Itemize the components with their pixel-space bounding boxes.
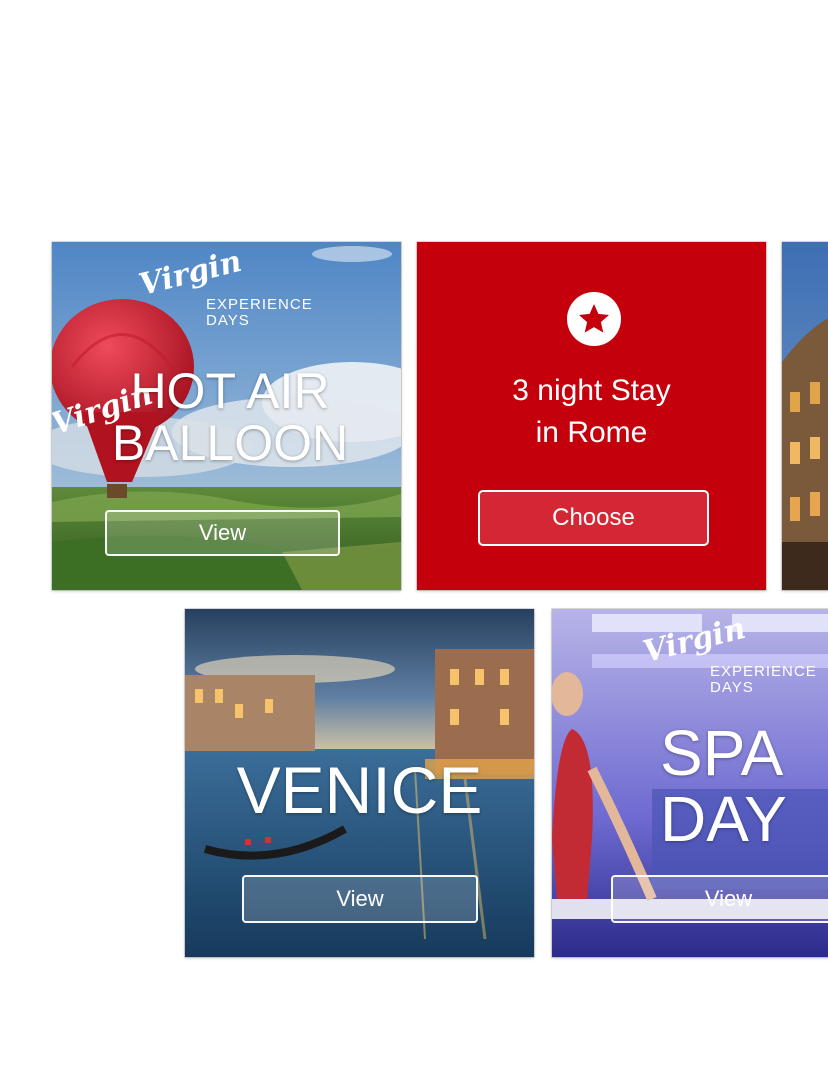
logo-line-experience: EXPERIENCE — [710, 663, 817, 680]
title-line-1: HOT AIR — [130, 363, 330, 419]
tile-title: HOT AIR BALLOON — [80, 366, 380, 468]
logo-line-days: DAYS — [710, 679, 754, 696]
tile-spa-day[interactable]: Virgin EXPERIENCE DAYS SPA DAY View — [552, 609, 828, 957]
tile-title: SPA DAY — [660, 721, 828, 851]
tile-rome-stay[interactable]: 3 night Stay in Rome Choose — [417, 242, 766, 590]
logo-line-experience: EXPERIENCE — [206, 296, 313, 313]
choose-button[interactable]: Choose — [478, 490, 709, 546]
view-button[interactable]: View — [611, 875, 828, 923]
view-button[interactable]: View — [242, 875, 478, 923]
tile-title: VENICE — [236, 753, 483, 827]
title-line-1: SPA — [660, 717, 784, 789]
tile-venice[interactable]: VENICE View — [185, 609, 534, 957]
title-line-2: BALLOON — [111, 415, 349, 471]
logo-line-days: DAYS — [206, 312, 250, 329]
offer-line-1: 3 night Stay — [512, 374, 671, 407]
tile-colosseum-partial[interactable] — [782, 242, 828, 590]
offer-line-2: in Rome — [535, 416, 648, 449]
star-icon — [567, 292, 621, 346]
tile-hot-air-balloon[interactable]: Virgin EXPERIENCE DAYS Virgin HOT AIR BA… — [52, 242, 401, 590]
offer-text: 3 night Stay in Rome — [417, 370, 766, 454]
virgin-experience-days-logo: Virgin EXPERIENCE DAYS — [640, 611, 828, 705]
experience-carousel: Virgin EXPERIENCE DAYS Virgin HOT AIR BA… — [0, 0, 828, 1076]
view-button[interactable]: View — [105, 510, 340, 556]
virgin-experience-days-logo: Virgin EXPERIENCE DAYS — [136, 244, 324, 338]
colosseum-image — [782, 242, 828, 590]
title-line-2: DAY — [660, 783, 787, 855]
